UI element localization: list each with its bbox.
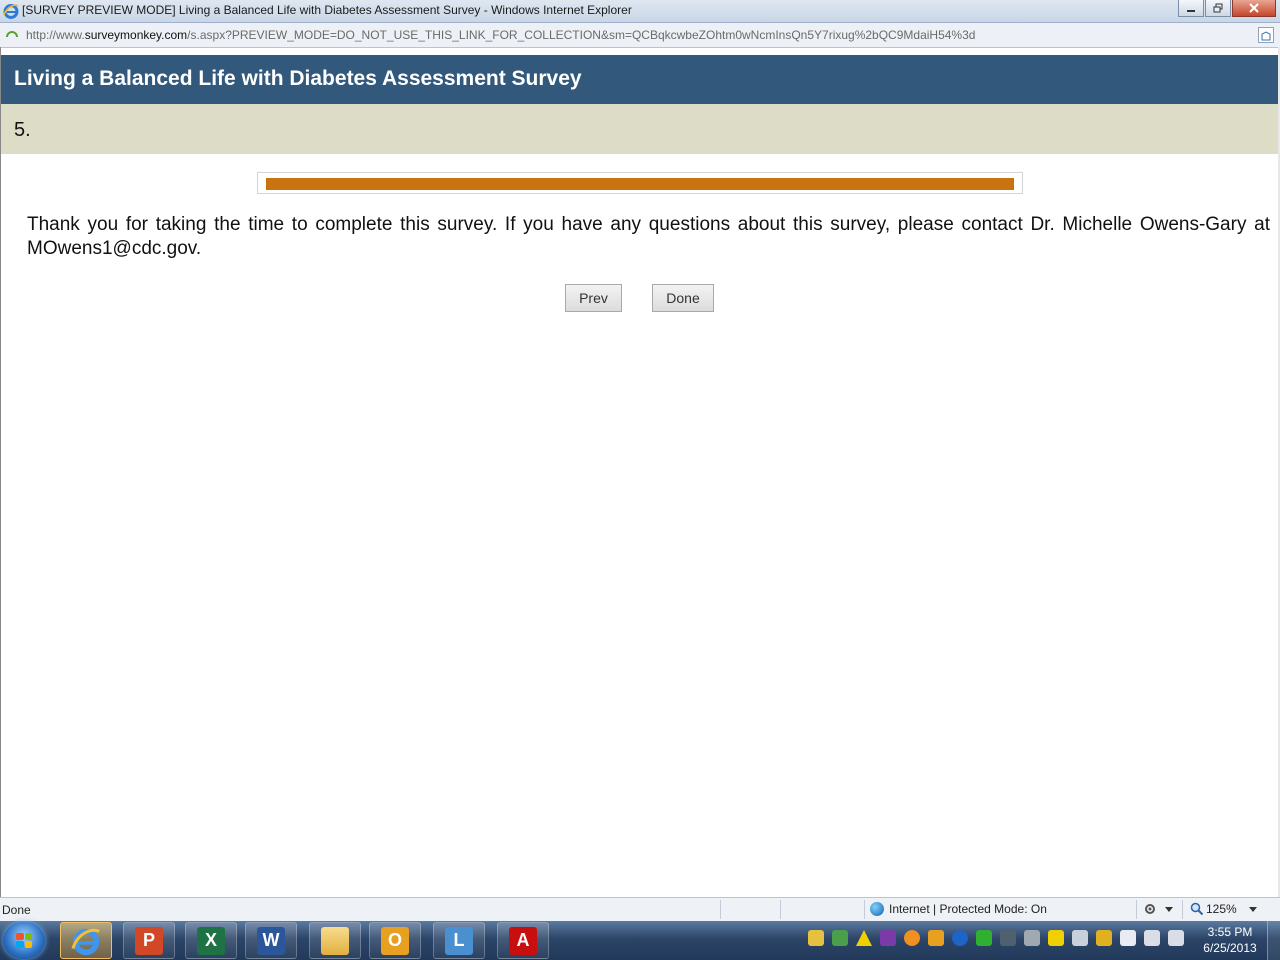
chevron-down-icon	[1248, 906, 1257, 912]
device-icon[interactable]	[1024, 930, 1040, 946]
monitor-icon[interactable]	[1000, 930, 1016, 946]
survey-header: Living a Balanced Life with Diabetes Ass…	[1, 55, 1278, 104]
taskbar-lync[interactable]: L	[433, 922, 485, 959]
sync-icon[interactable]	[832, 930, 848, 946]
outlook-icon: O	[381, 926, 409, 955]
adobe-reader-icon: A	[509, 926, 537, 955]
window-title-bar: [SURVEY PREVIEW MODE] Living a Balanced …	[0, 0, 1280, 23]
volume-icon[interactable]	[1168, 930, 1184, 946]
restore-icon	[1213, 3, 1223, 13]
show-desktop-button[interactable]	[1267, 921, 1280, 960]
system-tray	[808, 930, 1192, 946]
done-button[interactable]: Done	[652, 284, 714, 312]
status-text: Done	[2, 903, 31, 917]
close-icon	[1249, 3, 1259, 13]
security-zone-text: Internet | Protected Mode: On	[889, 902, 1047, 916]
word-icon: W	[257, 926, 285, 955]
clock-time: 3:55 PM	[1207, 925, 1253, 939]
onenote-icon[interactable]	[880, 930, 896, 946]
status-separator	[780, 900, 781, 919]
taskbar-file-explorer[interactable]	[309, 922, 361, 959]
thank-you-message: Thank you for taking the time to complet…	[27, 214, 1270, 259]
taskbar-excel[interactable]: X	[185, 922, 237, 959]
taskbar-outlook[interactable]: O	[369, 922, 421, 959]
status-bar: Done Internet | Protected Mode: On 125%	[0, 897, 1280, 922]
network-sync-icon[interactable]	[976, 930, 992, 946]
close-button[interactable]	[1232, 0, 1276, 17]
taskbar-word[interactable]: W	[245, 922, 297, 959]
warning-icon[interactable]	[856, 930, 872, 946]
excel-icon: X	[197, 926, 225, 955]
progress-bar	[257, 172, 1023, 194]
status-separator	[1136, 900, 1137, 919]
window-controls	[1177, 0, 1276, 18]
window-title: [SURVEY PREVIEW MODE] Living a Balanced …	[22, 3, 632, 17]
progress-bar-fill	[266, 178, 1014, 190]
minimize-icon	[1187, 10, 1195, 12]
url-domain: surveymonkey.com	[84, 28, 188, 42]
start-button[interactable]	[3, 922, 45, 959]
network-icon[interactable]	[1144, 930, 1160, 946]
update-icon[interactable]	[904, 930, 920, 946]
bluetooth-icon[interactable]	[952, 930, 968, 946]
prev-button[interactable]: Prev	[565, 284, 622, 312]
folder-icon	[321, 926, 349, 955]
taskbar: P X W O L A 3:55 PM 6/25/2013	[0, 921, 1280, 960]
url-prefix: http://www.	[26, 28, 85, 42]
lock-icon[interactable]	[1096, 930, 1112, 946]
chevron-down-icon	[1165, 906, 1173, 912]
power-icon[interactable]	[1048, 930, 1064, 946]
compatibility-view-icon	[1261, 31, 1271, 41]
windows-logo-icon	[16, 933, 32, 948]
restore-button[interactable]	[1205, 0, 1231, 17]
page-number-band: 5.	[1, 104, 1278, 154]
page-left-border	[0, 47, 1, 897]
zoom-control[interactable]: 125%	[1190, 902, 1257, 916]
protected-mode-button[interactable]	[1143, 902, 1173, 916]
internet-explorer-icon	[71, 928, 100, 955]
gear-icon	[1145, 904, 1155, 914]
lync-icon: L	[445, 926, 473, 955]
address-bar[interactable]: http://www.surveymonkey.com/s.aspx?PREVI…	[0, 23, 1280, 48]
compatibility-view-button[interactable]	[1258, 27, 1274, 43]
display-icon[interactable]	[1072, 930, 1088, 946]
magnifier-icon	[1190, 902, 1204, 916]
status-separator	[864, 900, 865, 919]
url-path: /s.aspx?PREVIEW_MODE=DO_NOT_USE_THIS_LIN…	[187, 28, 976, 42]
globe-icon	[870, 902, 884, 916]
taskbar-clock[interactable]: 3:55 PM 6/25/2013	[1196, 924, 1264, 956]
outlook-tray-icon[interactable]	[928, 930, 944, 946]
security-zone[interactable]: Internet | Protected Mode: On	[870, 902, 1047, 916]
clock-date: 6/25/2013	[1203, 941, 1257, 955]
taskbar-powerpoint[interactable]: P	[123, 922, 175, 959]
zoom-level: 125%	[1206, 902, 1237, 916]
page-loading-icon	[6, 31, 18, 38]
taskbar-internet-explorer[interactable]	[60, 922, 112, 959]
survey-title: Living a Balanced Life with Diabetes Ass…	[14, 67, 582, 90]
status-separator	[720, 900, 721, 919]
mail-icon[interactable]	[808, 930, 824, 946]
page-number: 5.	[14, 119, 31, 141]
taskbar-adobe-reader[interactable]: A	[497, 922, 549, 959]
url-text[interactable]: http://www.surveymonkey.com/s.aspx?PREVI…	[26, 28, 975, 42]
internet-explorer-icon	[3, 4, 19, 19]
removable-device-icon[interactable]	[1120, 930, 1136, 946]
powerpoint-icon: P	[135, 926, 163, 955]
status-separator	[1182, 900, 1183, 919]
minimize-button[interactable]	[1178, 0, 1204, 17]
